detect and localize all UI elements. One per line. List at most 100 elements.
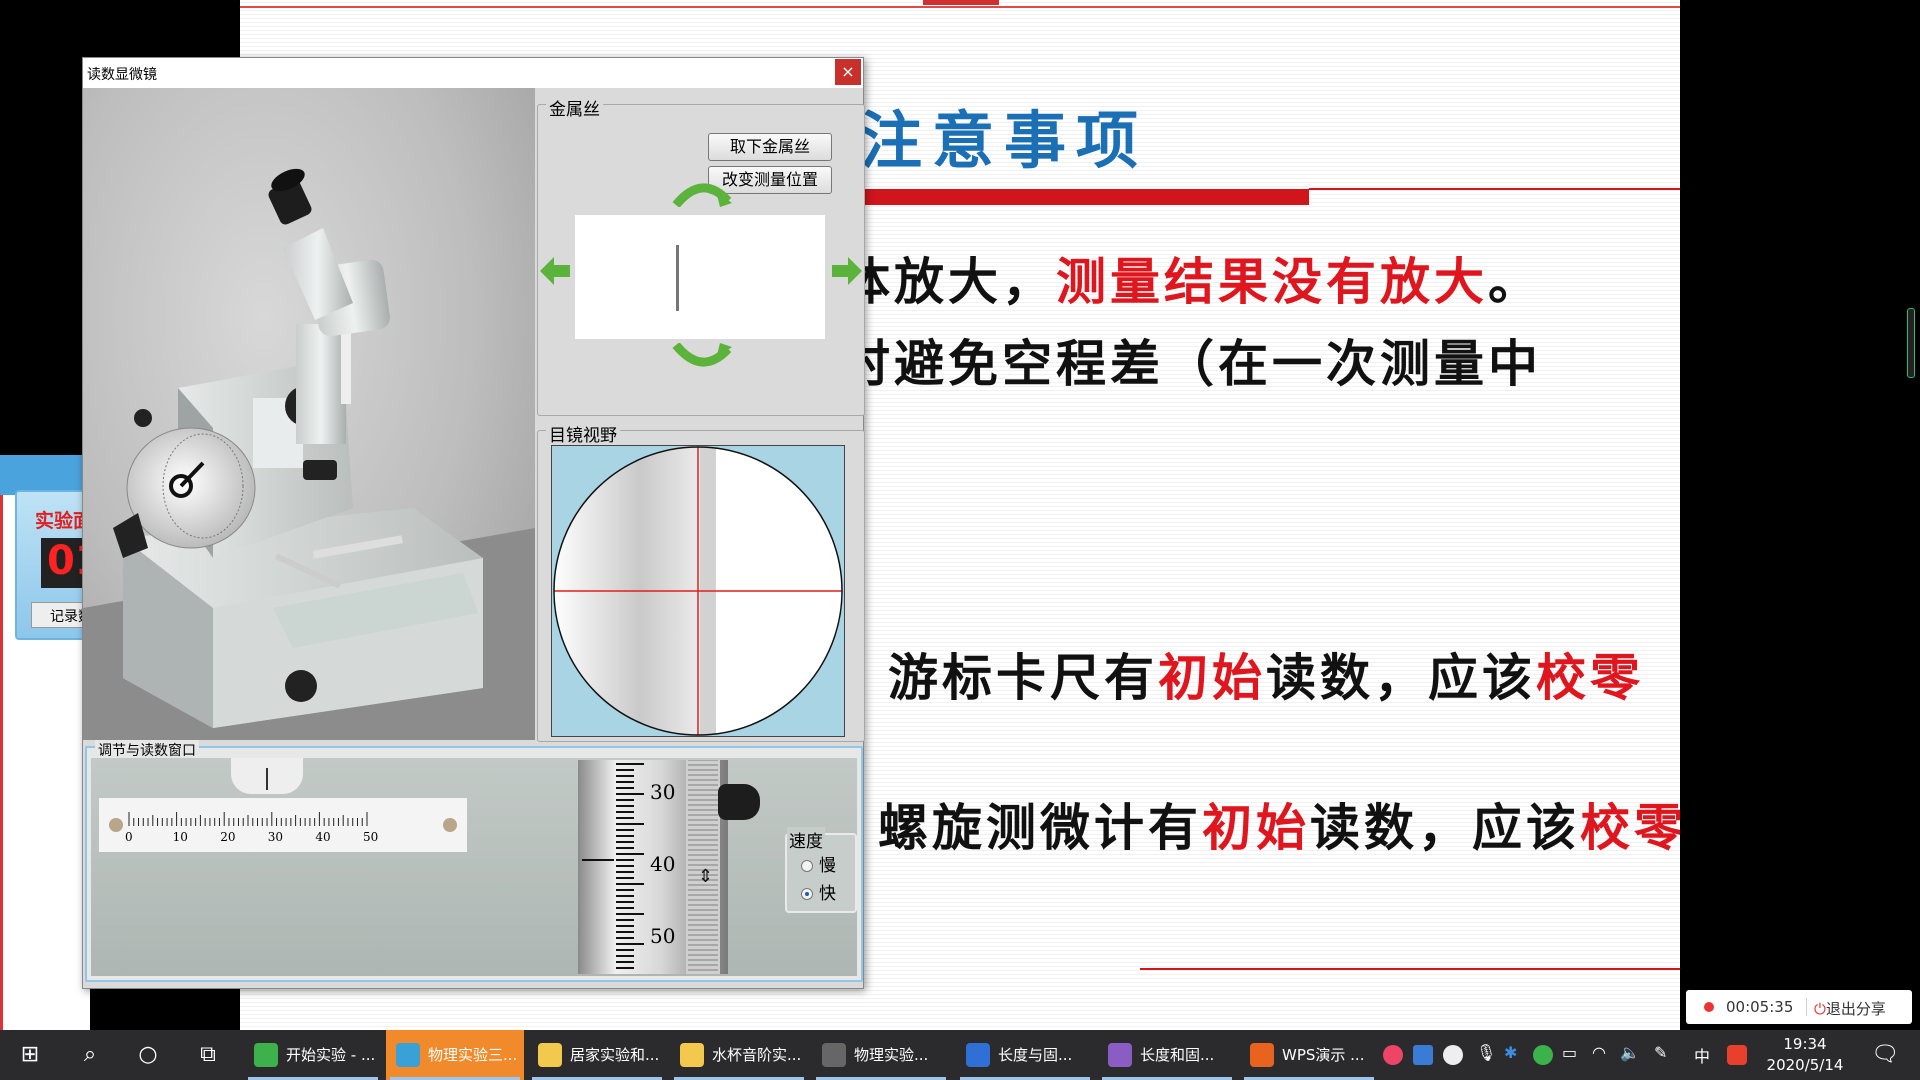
ruler-tick-label: 0 bbox=[125, 830, 133, 844]
left-window-titlebar bbox=[0, 455, 90, 495]
adjust-area: 0 10 20 30 40 50 30 40 50 ⇕ 速度 慢 快 bbox=[91, 758, 857, 976]
metal-wire-group-label: 金属丝 bbox=[546, 95, 603, 120]
taskbar-app[interactable]: 长度和固... bbox=[1098, 1030, 1236, 1080]
share-separator bbox=[1806, 998, 1807, 1016]
notification-icon[interactable]: 🗨 bbox=[1857, 1030, 1913, 1080]
metal-wire bbox=[676, 245, 679, 311]
battery-icon[interactable]: ▭ bbox=[1562, 1043, 1577, 1062]
taskbar-app-label: 开始实验 - ... bbox=[286, 1046, 376, 1064]
remove-wire-button[interactable]: 取下金属丝 bbox=[708, 133, 832, 161]
drum-tick-label: 30 bbox=[650, 780, 676, 804]
dialog-titlebar[interactable]: 读数显微镜 × bbox=[83, 58, 863, 88]
tray-flower-icon[interactable] bbox=[1383, 1045, 1403, 1065]
dialog-title: 读数显微镜 bbox=[87, 67, 157, 83]
cortana-icon[interactable]: ○ bbox=[120, 1030, 176, 1080]
app-icon bbox=[538, 1043, 562, 1067]
eyepiece-view-group: 目镜视野 bbox=[537, 421, 865, 742]
right-black-strip bbox=[1680, 0, 1920, 1030]
ruler-left-screw bbox=[109, 818, 123, 832]
taskbar-app-label: WPS演示 ... bbox=[1282, 1046, 1365, 1064]
main-scale-ruler: 0 10 20 30 40 50 bbox=[99, 798, 467, 852]
ime-indicator[interactable]: 中 bbox=[1694, 1043, 1710, 1067]
rotate-up-arrow-icon[interactable] bbox=[670, 177, 734, 207]
slide-bottom-line bbox=[1140, 968, 1680, 970]
title-underline-bar bbox=[860, 189, 1309, 205]
move-right-arrow-icon[interactable] bbox=[830, 255, 864, 287]
app-icon bbox=[822, 1043, 846, 1067]
search-icon[interactable]: ⌕ bbox=[62, 1030, 118, 1080]
drum-adjust-arrows-icon[interactable]: ⇕ bbox=[698, 866, 713, 887]
wire-view bbox=[575, 215, 825, 339]
ruler-tick-label: 20 bbox=[220, 830, 236, 844]
clock-time: 19:34 bbox=[1783, 1035, 1827, 1053]
slide-line-2: 时避免空程差（在一次测量中 bbox=[840, 334, 1542, 393]
volume-icon[interactable]: 🔈 bbox=[1620, 1043, 1640, 1062]
side-scroll-handle[interactable] bbox=[1907, 308, 1915, 378]
adjust-reading-group: 调节与读数窗口 0 10 20 30 40 50 30 40 50 ⇕ 速度 慢… bbox=[85, 740, 863, 982]
slide-line-1: 体放大，测量结果没有放大。 bbox=[840, 252, 1542, 311]
taskbar-app-label: 长度和固... bbox=[1140, 1046, 1215, 1064]
app-icon bbox=[966, 1043, 990, 1067]
taskbar-app-label: 居家实验和... bbox=[570, 1046, 660, 1064]
speed-group: 速度 慢 快 bbox=[785, 827, 857, 913]
microphone-icon[interactable]: 🎙 bbox=[1476, 1043, 1496, 1062]
taskbar-app[interactable]: WPS演示 ... bbox=[1240, 1030, 1378, 1080]
reading-microscope-dialog: 读数显微镜 × 金属丝 取下金属丝 改变测量位置 目镜视野 调节与读数窗口 0 … bbox=[82, 57, 865, 989]
taskbar-app[interactable]: 开始实验 - ... bbox=[244, 1030, 382, 1080]
taskbar-app[interactable]: 居家实验和... bbox=[528, 1030, 666, 1080]
taskbar-app-label: 物理实验三... bbox=[428, 1046, 518, 1064]
slide-top-mark bbox=[923, 0, 999, 5]
taskbar: ⊞ ⌕ ○ ⧉ 开始实验 - ... 物理实验三... 居家实验和... 水杯音阶实.… bbox=[0, 1030, 1920, 1080]
ruler-tick-label: 10 bbox=[172, 830, 188, 844]
taskbar-app[interactable]: 水杯音阶实... bbox=[670, 1030, 808, 1080]
clock[interactable]: 19:34 2020/5/14 bbox=[1762, 1034, 1848, 1076]
windows-start-icon[interactable]: ⊞ bbox=[2, 1030, 58, 1080]
speed-slow-option[interactable]: 慢 bbox=[801, 851, 836, 876]
ruler-right-screw bbox=[443, 818, 457, 832]
app-icon bbox=[254, 1043, 278, 1067]
exit-share-button[interactable]: ⏻退出分享 bbox=[1814, 998, 1886, 1019]
screen-share-bar: 00:05:35 ⏻退出分享 bbox=[1686, 990, 1912, 1024]
tray-circle-icon[interactable] bbox=[1443, 1045, 1463, 1065]
taskbar-app-label: 长度与固... bbox=[998, 1046, 1073, 1064]
rotate-down-arrow-icon[interactable] bbox=[670, 343, 734, 373]
tray-cube-icon[interactable] bbox=[1413, 1045, 1433, 1065]
title-underline-line bbox=[1309, 188, 1680, 190]
tray-green-icon[interactable] bbox=[1533, 1045, 1553, 1065]
pen-icon[interactable]: ✎ bbox=[1654, 1043, 1667, 1062]
close-button[interactable]: × bbox=[835, 59, 861, 85]
metal-wire-group: 金属丝 取下金属丝 改变测量位置 bbox=[537, 95, 865, 416]
taskbar-app-label: 物理实验... bbox=[854, 1046, 929, 1064]
adjust-reading-label: 调节与读数窗口 bbox=[95, 740, 199, 760]
taskbar-app[interactable]: 物理实验三... bbox=[386, 1030, 524, 1080]
microscope-scene bbox=[83, 88, 535, 740]
sogou-ime-icon[interactable] bbox=[1727, 1045, 1747, 1065]
task-view-icon[interactable]: ⧉ bbox=[180, 1030, 236, 1080]
micrometer-drum[interactable]: 30 40 50 ⇕ bbox=[578, 759, 760, 974]
speed-slow-radio[interactable] bbox=[801, 860, 813, 872]
wifi-icon[interactable]: ◠ bbox=[1592, 1043, 1606, 1062]
bluetooth-icon[interactable]: ✱ bbox=[1504, 1043, 1517, 1062]
recording-dot-icon bbox=[1704, 1002, 1714, 1012]
drum-handle[interactable] bbox=[718, 784, 760, 820]
slide-line-4: 螺旋测微计有初始读数，应该校零 bbox=[878, 798, 1680, 857]
speed-fast-option[interactable]: 快 bbox=[801, 879, 836, 904]
slide-title: 注意事项 bbox=[860, 104, 1149, 177]
taskbar-app-label: 水杯音阶实... bbox=[712, 1046, 802, 1064]
speed-fast-radio[interactable] bbox=[801, 888, 813, 900]
move-left-arrow-icon[interactable] bbox=[538, 255, 572, 287]
ruler-tick-label: 50 bbox=[363, 830, 379, 844]
eyepiece-view-label: 目镜视野 bbox=[546, 421, 620, 446]
drum-tick-label: 40 bbox=[650, 852, 676, 876]
speed-label: 速度 bbox=[787, 827, 825, 852]
slide-top-line bbox=[240, 6, 1680, 8]
app-icon bbox=[680, 1043, 704, 1067]
ruler-tick-label: 40 bbox=[315, 830, 331, 844]
eyepiece-field-of-view bbox=[553, 446, 843, 736]
taskbar-app[interactable]: 长度与固... bbox=[956, 1030, 1094, 1080]
taskbar-app[interactable]: 物理实验... bbox=[812, 1030, 950, 1080]
clock-date: 2020/5/14 bbox=[1766, 1056, 1844, 1074]
ruler-tick-label: 30 bbox=[267, 830, 284, 844]
app-icon bbox=[1250, 1043, 1274, 1067]
app-icon bbox=[396, 1043, 420, 1067]
